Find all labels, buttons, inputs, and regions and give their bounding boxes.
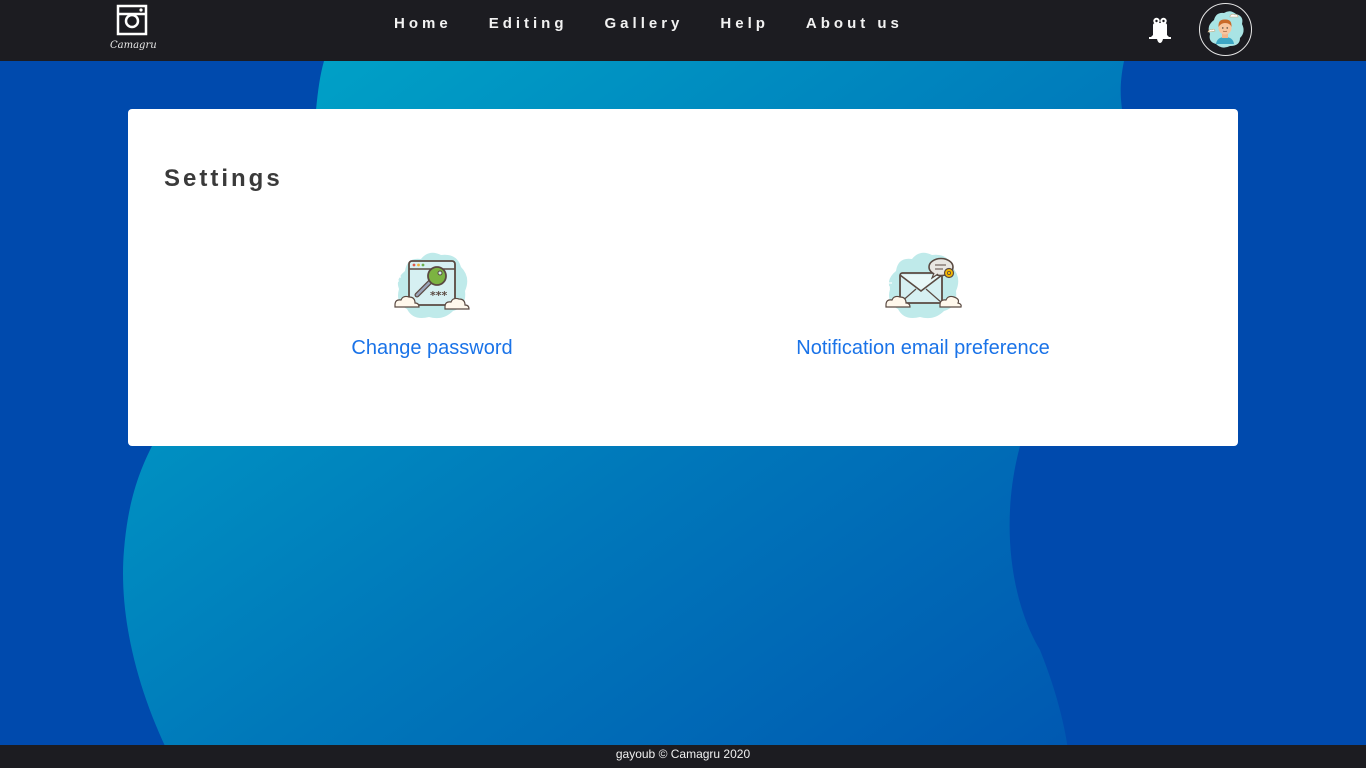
nav-editing[interactable]: Editing [489,15,568,35]
change-password-link[interactable]: Change password [328,337,536,360]
profile-avatar[interactable] [1199,3,1252,56]
user-avatar-icon [1207,11,1244,48]
settings-card: Settings *** Change password Notificatio… [128,109,1238,446]
nav-home[interactable]: Home [394,15,452,35]
notifications-button[interactable] [1148,16,1172,44]
email-notification-icon [882,252,962,319]
main-nav: Home Editing Gallery Help About us [394,15,903,35]
notification-email-option[interactable]: Notification email preference [778,247,1068,360]
bell-icon [1149,17,1171,43]
nav-help[interactable]: Help [720,15,769,35]
page-title: Settings [164,165,283,192]
change-password-option[interactable]: *** Change password [328,247,536,360]
camera-icon [116,4,148,36]
nav-gallery[interactable]: Gallery [605,15,684,35]
logo-text: Camagru [110,40,157,51]
password-key-icon: *** [391,252,470,319]
svg-text:***: *** [430,289,448,302]
footer: gayoub © Camagru 2020 [0,745,1366,768]
footer-copyright: gayoub © Camagru 2020 [615,747,751,761]
top-navbar: Camagru Home Editing Gallery Help About … [0,0,1366,61]
logo[interactable]: Camagru [110,4,157,58]
nav-about-us[interactable]: About us [806,15,903,35]
notification-email-link[interactable]: Notification email preference [778,337,1068,360]
